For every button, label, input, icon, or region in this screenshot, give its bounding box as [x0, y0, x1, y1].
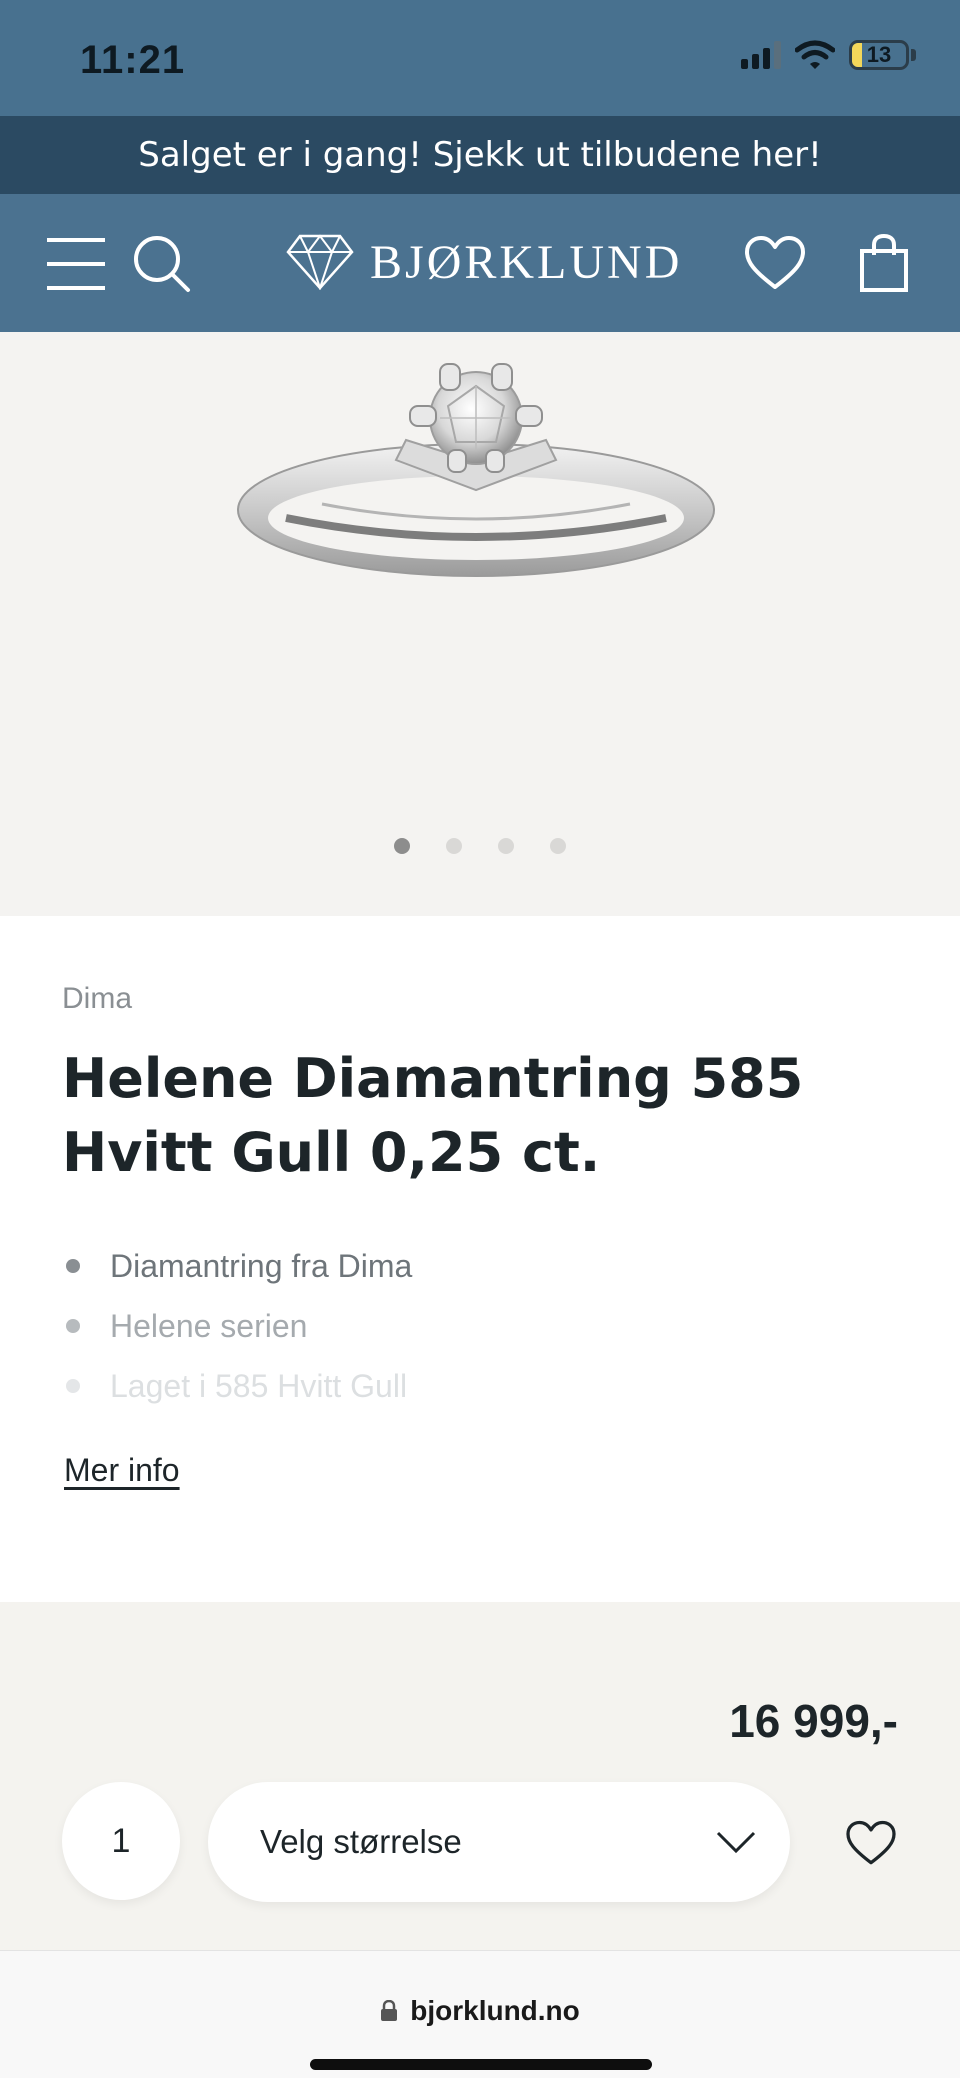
search-icon — [134, 236, 190, 292]
gallery-pagination — [0, 838, 960, 854]
product-gallery[interactable] — [0, 332, 960, 916]
url-domain: bjorklund.no — [410, 1995, 580, 2026]
lock-icon — [381, 2000, 398, 2021]
size-select[interactable]: Velg størrelse — [208, 1782, 790, 1902]
home-indicator[interactable] — [310, 2059, 652, 2070]
feature-item: Laget i 585 Hvitt Gull — [62, 1356, 412, 1416]
feature-list: Diamantring fra Dima Helene serien Laget… — [62, 1236, 412, 1416]
status-time: 11:21 — [80, 38, 186, 82]
menu-button[interactable] — [44, 232, 108, 296]
gallery-dot[interactable] — [550, 838, 566, 854]
size-select-label: Velg størrelse — [260, 1823, 462, 1860]
search-button[interactable] — [130, 232, 194, 296]
more-info-link[interactable]: Mer info — [64, 1452, 180, 1489]
product-image-ring[interactable] — [226, 350, 726, 600]
wifi-icon — [795, 40, 835, 69]
bag-icon — [860, 233, 908, 292]
purchase-section: 16 999,- 1 Velg størrelse — [0, 1602, 960, 1950]
gallery-dot[interactable] — [498, 838, 514, 854]
feature-text: Diamantring fra Dima — [110, 1247, 413, 1284]
gallery-dot[interactable] — [394, 838, 410, 854]
feature-text: Helene serien — [110, 1307, 308, 1344]
promo-text[interactable]: Salget er i gang! Sjekk ut tilbudene her… — [138, 135, 821, 175]
battery-icon: 13 — [849, 40, 909, 70]
quantity-selector[interactable]: 1 — [62, 1782, 180, 1900]
promo-banner[interactable]: Salget er i gang! Sjekk ut tilbudene her… — [0, 116, 960, 194]
site-header: BJØRKLUND — [0, 194, 960, 332]
heart-icon — [846, 1820, 896, 1865]
gallery-dot[interactable] — [446, 838, 462, 854]
status-icons: 13 — [741, 40, 916, 70]
feature-item: Diamantring fra Dima — [62, 1236, 412, 1296]
status-bar: 11:21 13 — [0, 0, 960, 116]
url-display[interactable]: bjorklund.no — [0, 1995, 960, 2027]
cellular-signal-icon — [741, 41, 781, 69]
heart-icon — [745, 236, 805, 289]
chevron-down-icon — [716, 1831, 756, 1854]
logo-text: BJØRKLUND — [370, 235, 683, 289]
hamburger-icon — [47, 238, 105, 290]
battery-level: 13 — [866, 42, 892, 67]
diamond-logo-icon — [286, 234, 354, 290]
product-title: Helene Diamantring 585 Hvitt Gull 0,25 c… — [62, 1047, 804, 1184]
feature-item: Helene serien — [62, 1296, 412, 1356]
product-brand[interactable]: Dima — [62, 982, 132, 1016]
battery-indicator: 13 — [849, 40, 916, 70]
product-info: Dima Helene Diamantring 585 Hvitt Gull 0… — [0, 916, 960, 1602]
site-logo[interactable]: BJØRKLUND — [286, 234, 682, 290]
wishlist-button[interactable] — [742, 232, 808, 294]
product-price: 16 999,- — [729, 1695, 898, 1747]
cart-button[interactable] — [856, 230, 912, 296]
add-to-wishlist-button[interactable] — [840, 1812, 902, 1874]
feature-text: Laget i 585 Hvitt Gull — [110, 1367, 408, 1404]
browser-url-bar[interactable]: bjorklund.no — [0, 1950, 960, 2078]
